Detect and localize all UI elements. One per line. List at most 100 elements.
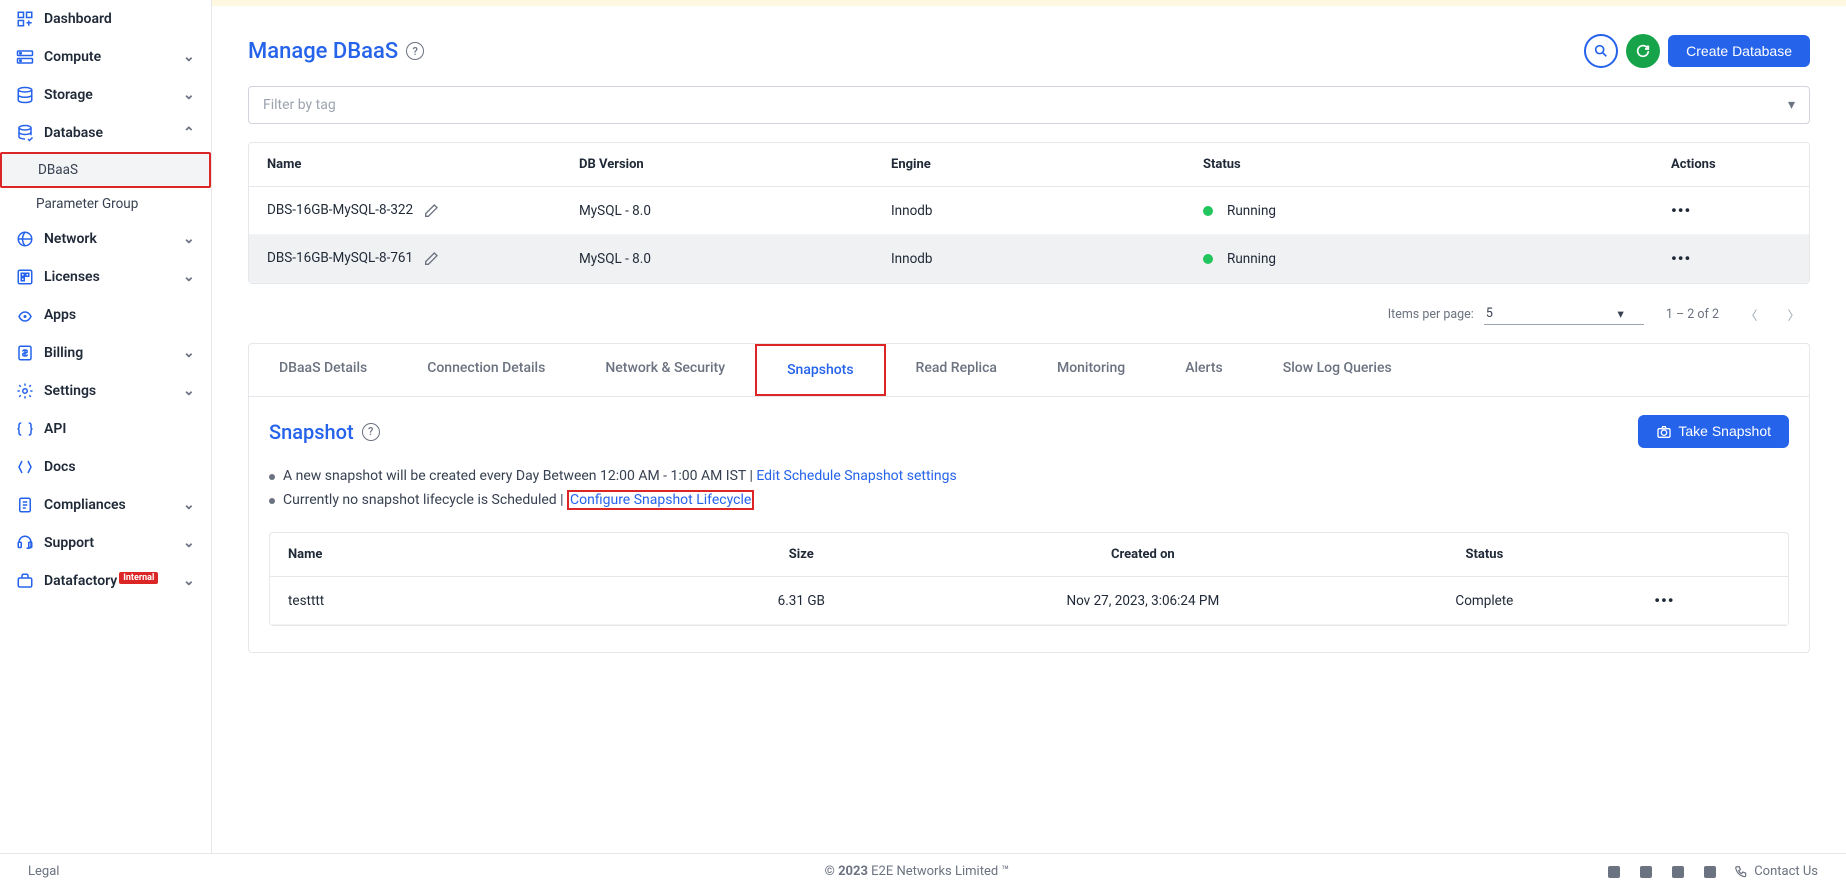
db-status: Running <box>1227 203 1276 219</box>
db-version: MySQL - 8.0 <box>561 187 873 235</box>
items-per-page-select[interactable]: 5 ▾ <box>1484 304 1644 325</box>
table-row[interactable]: DBS-16GB-MySQL-8-761 MySQL - 8.0 Innodb … <box>249 235 1809 283</box>
row-actions-button[interactable]: ••• <box>1671 249 1691 268</box>
sidebar-item-label: Network <box>44 231 173 247</box>
db-engine: Innodb <box>873 235 1185 283</box>
sidebar-sub-parameter-group[interactable]: Parameter Group <box>0 188 211 220</box>
tab-connection-details[interactable]: Connection Details <box>397 344 575 396</box>
col-name: Name <box>249 143 561 187</box>
page-prev-button[interactable]: 〈 <box>1741 305 1762 324</box>
facebook-icon[interactable] <box>1638 864 1654 880</box>
tab-dbaas-details[interactable]: DBaaS Details <box>249 344 397 396</box>
detail-tabs: DBaaS Details Connection Details Network… <box>248 343 1810 396</box>
refresh-button[interactable] <box>1626 34 1660 68</box>
copyright: © 2023 E2E Networks Limited ™ <box>228 864 1606 879</box>
tab-snapshots[interactable]: Snapshots <box>755 344 885 396</box>
snapshot-schedule-info: A new snapshot will be created every Day… <box>269 466 1789 488</box>
sidebar-item-datafactory[interactable]: DatafactoryInternal ⌄ <box>0 562 211 600</box>
edit-schedule-link[interactable]: Edit Schedule Snapshot settings <box>756 468 956 484</box>
pagination: Items per page: 5 ▾ 1 – 2 of 2 〈 〉 <box>248 294 1810 343</box>
sidebar-item-api[interactable]: API <box>0 410 211 448</box>
sidebar-item-settings[interactable]: Settings ⌄ <box>0 372 211 410</box>
row-actions-button[interactable]: ••• <box>1671 201 1691 220</box>
chevron-down-icon: ⌄ <box>183 383 195 399</box>
licenses-icon <box>16 268 34 286</box>
edit-icon[interactable] <box>423 203 439 219</box>
search-button[interactable] <box>1584 34 1618 68</box>
sidebar-item-label: DatafactoryInternal <box>44 573 173 589</box>
sidebar-item-label: Licenses <box>44 269 173 285</box>
sidebar-item-compute[interactable]: Compute ⌄ <box>0 38 211 76</box>
take-snapshot-button[interactable]: Take Snapshot <box>1638 415 1789 448</box>
database-icon <box>16 124 34 142</box>
help-icon[interactable]: ? <box>362 423 380 441</box>
status-dot-icon <box>1203 206 1213 216</box>
phone-icon <box>1734 865 1748 879</box>
contact-us-link[interactable]: Contact Us <box>1734 864 1818 879</box>
dashboard-icon <box>16 10 34 28</box>
db-name: DBS-16GB-MySQL-8-322 <box>267 202 413 218</box>
compute-icon <box>16 48 34 66</box>
sidebar-item-label: Apps <box>44 307 195 323</box>
sidebar-item-label: API <box>44 421 195 437</box>
tab-alerts[interactable]: Alerts <box>1155 344 1253 396</box>
sidebar-item-billing[interactable]: Billing ⌄ <box>0 334 211 372</box>
caret-down-icon: ▾ <box>1788 97 1795 113</box>
items-per-page-label: Items per page: <box>1388 307 1474 322</box>
table-row[interactable]: testttt 6.31 GB Nov 27, 2023, 3:06:24 PM… <box>270 577 1788 625</box>
sidebar-sub-dbaas[interactable]: DBaaS <box>0 152 211 188</box>
settings-icon <box>16 382 34 400</box>
legal-link[interactable]: Legal <box>28 864 59 879</box>
sidebar-item-compliances[interactable]: Compliances ⌄ <box>0 486 211 524</box>
help-icon[interactable]: ? <box>406 42 424 60</box>
filter-by-tag[interactable]: Filter by tag ▾ <box>248 86 1810 124</box>
snap-created: Nov 27, 2023, 3:06:24 PM <box>953 577 1333 625</box>
row-actions-button[interactable]: ••• <box>1654 591 1674 610</box>
pagination-range: 1 – 2 of 2 <box>1666 307 1719 322</box>
col-status: Status <box>1185 143 1653 187</box>
tab-network-security[interactable]: Network & Security <box>575 344 755 396</box>
main-content: Manage DBaaS ? Create Database Filter by… <box>212 0 1846 889</box>
tab-monitoring[interactable]: Monitoring <box>1027 344 1155 396</box>
sidebar-item-database[interactable]: Database ⌃ <box>0 114 211 152</box>
col-snap-size: Size <box>650 533 954 577</box>
tab-slow-log-queries[interactable]: Slow Log Queries <box>1253 344 1422 396</box>
sidebar-item-licenses[interactable]: Licenses ⌄ <box>0 258 211 296</box>
sidebar-item-apps[interactable]: Apps <box>0 296 211 334</box>
snapshot-panel: Snapshot ? Take Snapshot A new snapshot … <box>248 396 1810 653</box>
billing-icon <box>16 344 34 362</box>
chevron-up-icon: ⌃ <box>183 125 195 141</box>
snapshots-table: Name Size Created on Status testttt 6.31… <box>270 533 1788 625</box>
col-snap-status: Status <box>1333 533 1637 577</box>
db-status: Running <box>1227 251 1276 267</box>
sidebar-item-label: Dashboard <box>44 11 195 27</box>
db-name: DBS-16GB-MySQL-8-761 <box>267 250 413 266</box>
sidebar-item-network[interactable]: Network ⌄ <box>0 220 211 258</box>
tab-read-replica[interactable]: Read Replica <box>886 344 1027 396</box>
twitter-icon[interactable] <box>1670 864 1686 880</box>
storage-icon <box>16 86 34 104</box>
header-actions: Create Database <box>1584 34 1810 68</box>
chevron-down-icon: ⌄ <box>183 269 195 285</box>
sidebar-item-docs[interactable]: Docs <box>0 448 211 486</box>
sidebar-item-storage[interactable]: Storage ⌄ <box>0 76 211 114</box>
bullet-icon <box>269 474 275 480</box>
create-database-button[interactable]: Create Database <box>1668 35 1810 67</box>
configure-lifecycle-link[interactable]: Configure Snapshot Lifecycle <box>567 490 754 510</box>
sidebar-item-dashboard[interactable]: Dashboard <box>0 0 211 38</box>
sidebar-item-support[interactable]: Support ⌄ <box>0 524 211 562</box>
chevron-down-icon: ⌄ <box>183 535 195 551</box>
snap-status: Complete <box>1333 577 1637 625</box>
chevron-down-icon: ⌄ <box>183 573 195 589</box>
page-next-button[interactable]: 〉 <box>1783 305 1804 324</box>
page-header: Manage DBaaS ? Create Database <box>248 34 1810 68</box>
table-row[interactable]: DBS-16GB-MySQL-8-322 MySQL - 8.0 Innodb … <box>249 187 1809 235</box>
network-icon <box>16 230 34 248</box>
chevron-down-icon: ⌄ <box>183 345 195 361</box>
edit-icon[interactable] <box>423 251 439 267</box>
rss-icon[interactable] <box>1702 864 1718 880</box>
bullet-icon <box>269 498 275 504</box>
footer: Legal © 2023 E2E Networks Limited ™ Cont… <box>0 853 1846 889</box>
linkedin-icon[interactable] <box>1606 864 1622 880</box>
support-icon <box>16 534 34 552</box>
